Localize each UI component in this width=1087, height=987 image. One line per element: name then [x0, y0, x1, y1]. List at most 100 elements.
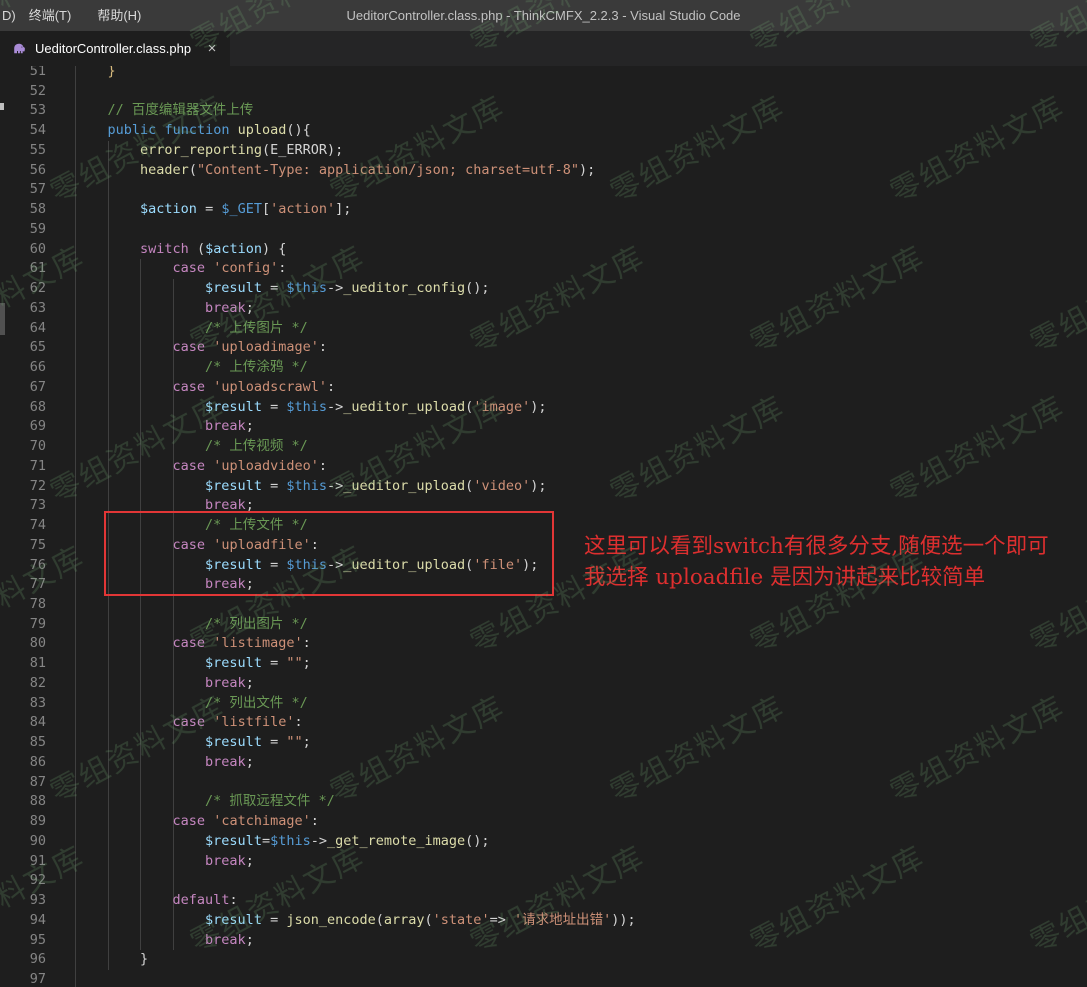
line-number: 61	[0, 259, 46, 279]
line-number: 54	[0, 121, 46, 141]
line-number: 78	[0, 595, 46, 615]
line-number: 74	[0, 516, 46, 536]
annotation-line-1: 这里可以看到switch有很多分支,随便选一个即可	[584, 531, 1049, 562]
line-number: 84	[0, 713, 46, 733]
line-number: 85	[0, 733, 46, 753]
line-number: 75	[0, 536, 46, 556]
code-line[interactable]: 70 /* 上传视频 */	[0, 437, 1087, 457]
line-number: 72	[0, 477, 46, 497]
annotation-line-2: 我选择 uploadfile 是因为讲起来比较简单	[584, 562, 1049, 593]
code-line[interactable]: 97	[0, 970, 1087, 987]
code-line[interactable]: 58 $action = $_GET['action'];	[0, 200, 1087, 220]
code-line[interactable]: 72 $result = $this->_ueditor_upload('vid…	[0, 477, 1087, 497]
line-number: 62	[0, 279, 46, 299]
menu-item-help[interactable]: 帮助(H)	[84, 0, 154, 31]
line-number: 81	[0, 654, 46, 674]
code-line[interactable]: 61 case 'config':	[0, 259, 1087, 279]
tab-bar: UeditorController.class.php ×	[0, 31, 1087, 66]
code-line[interactable]: 64 /* 上传图片 */	[0, 319, 1087, 339]
code-line[interactable]: 85 $result = "";	[0, 733, 1087, 753]
line-number: 70	[0, 437, 46, 457]
code-line[interactable]: 90 $result=$this->_get_remote_image();	[0, 832, 1087, 852]
line-number: 88	[0, 792, 46, 812]
code-line[interactable]: 62 $result = $this->_ueditor_config();	[0, 279, 1087, 299]
code-line[interactable]: 60 switch ($action) {	[0, 240, 1087, 260]
code-line[interactable]: 94 $result = json_encode(array('state'=>…	[0, 911, 1087, 931]
line-number: 91	[0, 852, 46, 872]
line-number: 66	[0, 358, 46, 378]
code-line[interactable]: 95 break;	[0, 931, 1087, 951]
title-bar: D) 终端(T) 帮助(H) UeditorController.class.p…	[0, 0, 1087, 31]
close-icon[interactable]: ×	[202, 39, 222, 59]
code-line[interactable]: 93 default:	[0, 891, 1087, 911]
line-number: 68	[0, 398, 46, 418]
code-line[interactable]: 66 /* 上传涂鸦 */	[0, 358, 1087, 378]
menu-item-clipped[interactable]: D)	[2, 8, 16, 23]
line-number: 83	[0, 694, 46, 714]
code-line[interactable]: 63 break;	[0, 299, 1087, 319]
vscode-window: D) 终端(T) 帮助(H) UeditorController.class.p…	[0, 0, 1087, 987]
code-line[interactable]: 67 case 'uploadscrawl':	[0, 378, 1087, 398]
code-line[interactable]: 91 break;	[0, 852, 1087, 872]
code-line[interactable]: 57	[0, 180, 1087, 200]
gutter-marker	[0, 103, 4, 110]
code-line[interactable]: 56 header("Content-Type: application/jso…	[0, 161, 1087, 181]
php-elephant-icon	[11, 40, 28, 57]
line-number: 67	[0, 378, 46, 398]
menu-item-terminal[interactable]: 终端(T)	[16, 0, 85, 31]
code-line[interactable]: 84 case 'listfile':	[0, 713, 1087, 733]
line-number: 77	[0, 575, 46, 595]
code-line[interactable]: 82 break;	[0, 674, 1087, 694]
line-number: 93	[0, 891, 46, 911]
line-number: 65	[0, 338, 46, 358]
line-number: 57	[0, 180, 46, 200]
annotation-text: 这里可以看到switch有很多分支,随便选一个即可 我选择 uploadfile…	[584, 531, 1049, 593]
code-line[interactable]: 81 $result = "";	[0, 654, 1087, 674]
code-line[interactable]: 80 case 'listimage':	[0, 634, 1087, 654]
code-line[interactable]: 87	[0, 773, 1087, 793]
code-line[interactable]: 68 $result = $this->_ueditor_upload('ima…	[0, 398, 1087, 418]
code-line[interactable]: 59	[0, 220, 1087, 240]
code-line[interactable]: 88 /* 抓取远程文件 */	[0, 792, 1087, 812]
line-number: 97	[0, 970, 46, 987]
line-number: 82	[0, 674, 46, 694]
highlight-box	[104, 511, 554, 596]
line-number: 59	[0, 220, 46, 240]
line-number: 76	[0, 556, 46, 576]
code-line[interactable]: 65 case 'uploadimage':	[0, 338, 1087, 358]
line-number: 55	[0, 141, 46, 161]
line-number: 90	[0, 832, 46, 852]
line-number: 80	[0, 634, 46, 654]
line-number: 87	[0, 773, 46, 793]
tab-ueditorcontroller[interactable]: UeditorController.class.php ×	[0, 31, 230, 66]
code-line[interactable]: 92	[0, 871, 1087, 891]
code-line[interactable]: 55 error_reporting(E_ERROR);	[0, 141, 1087, 161]
line-number: 95	[0, 931, 46, 951]
line-number: 63	[0, 299, 46, 319]
tab-label: UeditorController.class.php	[35, 41, 191, 56]
line-number: 86	[0, 753, 46, 773]
line-number: 94	[0, 911, 46, 931]
line-number: 71	[0, 457, 46, 477]
code-line[interactable]: 96 }	[0, 950, 1087, 970]
code-line[interactable]: 52	[0, 82, 1087, 102]
code-line[interactable]: 78	[0, 595, 1087, 615]
line-number: 89	[0, 812, 46, 832]
line-number: 69	[0, 417, 46, 437]
window-title: UeditorController.class.php - ThinkCMFX_…	[346, 0, 740, 31]
code-line[interactable]: 89 case 'catchimage':	[0, 812, 1087, 832]
code-line[interactable]: 86 break;	[0, 753, 1087, 773]
line-number: 53	[0, 101, 46, 121]
line-number: 64	[0, 319, 46, 339]
code-line[interactable]: 69 break;	[0, 417, 1087, 437]
line-number: 52	[0, 82, 46, 102]
line-number: 79	[0, 615, 46, 635]
scrollbar-thumb[interactable]	[0, 303, 5, 335]
code-line[interactable]: 53 // 百度编辑器文件上传	[0, 101, 1087, 121]
line-number: 73	[0, 496, 46, 516]
code-line[interactable]: 83 /* 列出文件 */	[0, 694, 1087, 714]
code-line[interactable]: 54 public function upload(){	[0, 121, 1087, 141]
line-number: 60	[0, 240, 46, 260]
code-line[interactable]: 79 /* 列出图片 */	[0, 615, 1087, 635]
code-line[interactable]: 71 case 'uploadvideo':	[0, 457, 1087, 477]
